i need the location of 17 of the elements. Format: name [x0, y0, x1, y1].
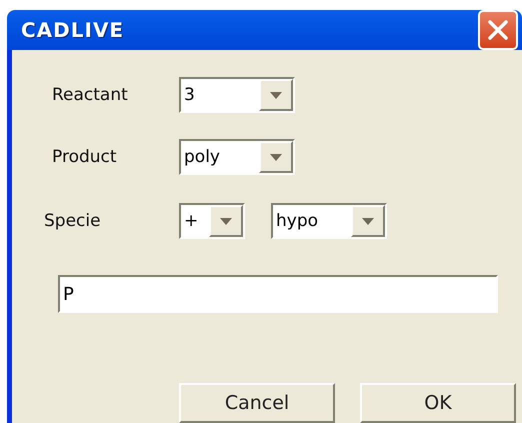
caret-icon [270, 92, 282, 98]
window-title: CADLIVE [21, 18, 124, 42]
field-label: Reactant [52, 85, 129, 105]
dropdown[interactable]: + [179, 203, 245, 239]
field-label: Product [52, 147, 118, 167]
dropdown[interactable]: poly [179, 139, 295, 175]
field-label: Specie [44, 211, 102, 231]
caret-icon [362, 218, 374, 224]
dropdown[interactable]: hypo [271, 203, 387, 239]
dialog-button[interactable]: OK [360, 383, 516, 423]
close-button[interactable] [478, 10, 518, 50]
caret-icon [270, 154, 282, 160]
text-field[interactable]: P [58, 275, 498, 313]
dialog-button[interactable]: Cancel [179, 383, 335, 423]
close-icon [486, 18, 510, 42]
caret-icon [220, 218, 232, 224]
dropdown[interactable]: 3 [179, 77, 295, 113]
